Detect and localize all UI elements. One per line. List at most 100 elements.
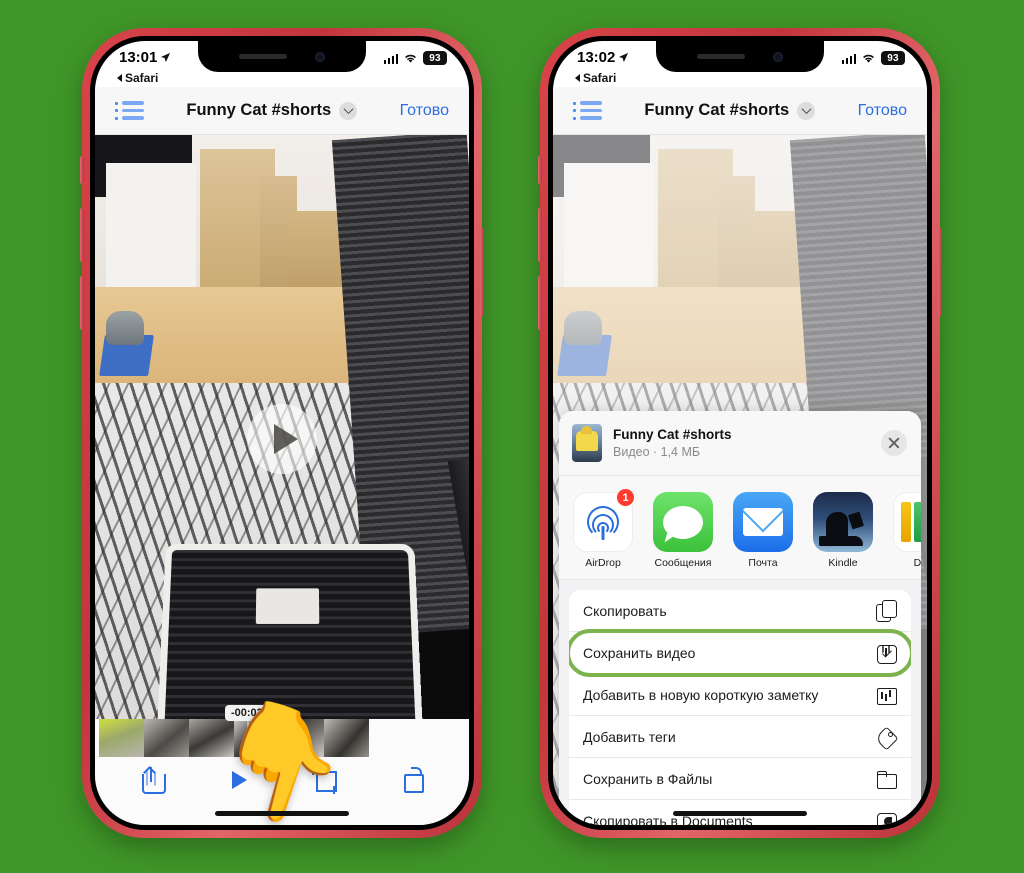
action-label: Сохранить видео bbox=[583, 644, 696, 661]
earpiece-speaker bbox=[239, 54, 287, 59]
share-target-airdrop[interactable]: 1 AirDrop bbox=[573, 488, 635, 569]
status-time: 13:01 bbox=[119, 49, 158, 66]
done-button[interactable]: Готово bbox=[858, 102, 907, 120]
share-target-mail[interactable]: Почта bbox=[733, 492, 793, 569]
share-apps-row: 1 AirDrop Сообщения Почта Kindle D bbox=[559, 476, 921, 580]
action-label: Добавить в новую короткую заметку bbox=[583, 686, 819, 703]
chevron-down-icon[interactable] bbox=[339, 101, 358, 120]
action-save-video[interactable]: Сохранить видео bbox=[569, 629, 911, 677]
cellular-signal-icon bbox=[383, 53, 398, 64]
share-target-label: Сообщения bbox=[654, 557, 712, 569]
timeline-empty bbox=[369, 719, 465, 757]
battery-indicator: 93 bbox=[423, 51, 447, 65]
share-target-documents[interactable]: Doc bbox=[893, 492, 921, 569]
quick-note-icon bbox=[875, 684, 897, 706]
notch bbox=[198, 41, 366, 72]
notch bbox=[656, 41, 824, 72]
power-button[interactable] bbox=[480, 228, 484, 316]
nav-center: Funny Cat #shorts bbox=[186, 101, 358, 120]
share-meta: Funny Cat #shorts Видео · 1,4 МБ bbox=[613, 427, 870, 459]
scene-basket-label bbox=[255, 588, 319, 625]
mute-switch[interactable] bbox=[80, 156, 84, 184]
action-label: Добавить теги bbox=[583, 728, 676, 745]
action-add-tags[interactable]: Добавить теги bbox=[569, 716, 911, 758]
close-icon[interactable] bbox=[881, 430, 907, 456]
volume-down-button[interactable] bbox=[538, 276, 542, 330]
scene-chair-leg bbox=[448, 458, 469, 629]
front-camera bbox=[773, 51, 783, 62]
power-button[interactable] bbox=[938, 228, 942, 316]
chevron-down-icon[interactable] bbox=[797, 101, 816, 120]
action-copy[interactable]: Скопировать bbox=[569, 590, 911, 632]
volume-up-button[interactable] bbox=[80, 208, 84, 262]
phone-left: 13:01 93 Safari Funny Cat #shorts Готово… bbox=[80, 28, 484, 838]
location-arrow-icon bbox=[161, 52, 171, 63]
share-item-subtitle: Видео · 1,4 МБ bbox=[613, 445, 701, 459]
share-button[interactable] bbox=[136, 765, 168, 795]
airdrop-badge: 1 bbox=[616, 488, 635, 507]
messages-icon bbox=[653, 492, 713, 552]
volume-up-button[interactable] bbox=[538, 208, 542, 262]
action-label: Сохранить в Файлы bbox=[583, 770, 713, 787]
volume-down-button[interactable] bbox=[80, 276, 84, 330]
page-title: Funny Cat #shorts bbox=[186, 101, 332, 119]
phone-bezel: 13:02 93 Safari Funny Cat #shorts Готово… bbox=[548, 36, 932, 830]
share-actions-list: Скопировать Сохранить видео Добавить в н… bbox=[569, 590, 911, 825]
share-target-label: Kindle bbox=[828, 557, 858, 569]
back-triangle-icon bbox=[117, 74, 122, 82]
share-sheet-header: Funny Cat #shorts Видео · 1,4 МБ bbox=[559, 411, 921, 476]
folder-icon bbox=[875, 768, 897, 790]
share-target-label: AirDrop bbox=[585, 557, 621, 569]
share-target-label: Doc bbox=[913, 557, 921, 569]
share-target-messages[interactable]: Сообщения bbox=[653, 492, 713, 569]
back-link-label: Safari bbox=[583, 71, 617, 85]
documents-app-icon bbox=[875, 810, 897, 825]
play-overlay-button[interactable] bbox=[247, 403, 317, 474]
scene-pot bbox=[106, 310, 144, 346]
location-arrow-icon bbox=[619, 52, 629, 63]
tag-icon bbox=[875, 726, 897, 748]
home-indicator[interactable] bbox=[673, 811, 807, 816]
action-add-quick-note[interactable]: Добавить в новую короткую заметку bbox=[569, 674, 911, 716]
share-target-kindle[interactable]: Kindle bbox=[813, 492, 873, 569]
back-to-safari-link[interactable]: Safari bbox=[575, 71, 616, 85]
nav-bar-right: Funny Cat #shorts Готово bbox=[553, 87, 927, 135]
bulleted-list-icon[interactable] bbox=[573, 101, 602, 120]
mail-icon bbox=[733, 492, 793, 552]
timeline-thumbnail[interactable] bbox=[144, 719, 189, 757]
phone-screen-left: 13:01 93 Safari Funny Cat #shorts Готово… bbox=[95, 41, 469, 825]
mute-switch[interactable] bbox=[538, 156, 542, 184]
share-target-label: Почта bbox=[748, 557, 778, 569]
timeline-thumbnail[interactable] bbox=[99, 719, 144, 757]
phone-right: 13:02 93 Safari Funny Cat #shorts Готово… bbox=[538, 28, 942, 838]
copy-icon bbox=[875, 599, 897, 622]
share-sheet: Funny Cat #shorts Видео · 1,4 МБ 1 AirDr… bbox=[559, 411, 921, 825]
share-item-title: Funny Cat #shorts bbox=[613, 427, 732, 442]
back-to-safari-link[interactable]: Safari bbox=[117, 71, 158, 85]
phone-screen-right: 13:02 93 Safari Funny Cat #shorts Готово… bbox=[553, 41, 927, 825]
back-triangle-icon bbox=[575, 74, 580, 82]
phone-bezel: 13:01 93 Safari Funny Cat #shorts Готово… bbox=[90, 36, 474, 830]
front-camera bbox=[315, 51, 325, 62]
back-link-label: Safari bbox=[125, 71, 159, 85]
action-label: Скопировать bbox=[583, 602, 667, 619]
home-indicator[interactable] bbox=[215, 811, 349, 816]
earpiece-speaker bbox=[697, 54, 745, 59]
wifi-icon bbox=[405, 54, 416, 63]
action-save-to-files[interactable]: Сохранить в Файлы bbox=[569, 758, 911, 800]
bulleted-list-icon[interactable] bbox=[115, 101, 144, 120]
kindle-icon bbox=[813, 492, 873, 552]
wifi-icon bbox=[863, 54, 874, 63]
rotate-button[interactable] bbox=[396, 765, 428, 795]
cellular-signal-icon bbox=[841, 53, 856, 64]
battery-indicator: 93 bbox=[881, 51, 905, 65]
documents-icon bbox=[893, 492, 921, 552]
status-time: 13:02 bbox=[577, 49, 616, 66]
save-video-icon bbox=[875, 642, 897, 664]
nav-center: Funny Cat #shorts bbox=[644, 101, 816, 120]
page-title: Funny Cat #shorts bbox=[644, 101, 790, 119]
nav-bar-left: Funny Cat #shorts Готово bbox=[95, 87, 469, 135]
done-button[interactable]: Готово bbox=[400, 102, 449, 120]
share-arrow-icon bbox=[143, 766, 157, 779]
share-preview-thumbnail bbox=[572, 424, 602, 462]
